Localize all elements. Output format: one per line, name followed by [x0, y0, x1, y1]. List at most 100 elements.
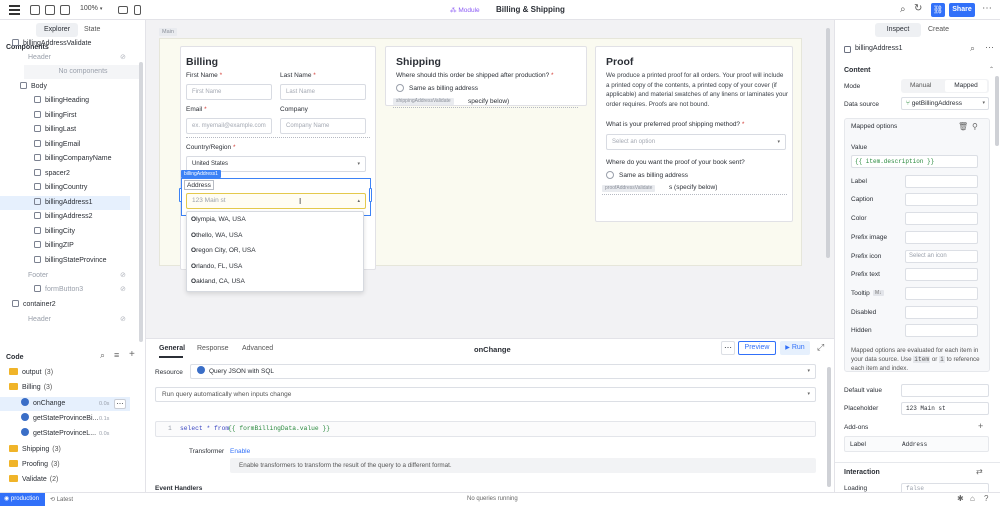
- zoom-select[interactable]: 100% ▾: [80, 5, 102, 12]
- search-icon[interactable]: ⌕: [900, 4, 906, 15]
- trash-icon[interactable]: 🗑: [958, 122, 968, 131]
- brush-icon[interactable]: ⚲: [972, 122, 978, 131]
- settings-icon[interactable]: ⇄: [976, 467, 983, 476]
- bug-icon[interactable]: ✱: [957, 494, 964, 503]
- state-tab[interactable]: State: [84, 26, 100, 33]
- mapped-prop-input[interactable]: [905, 268, 978, 281]
- help-icon[interactable]: ?: [984, 494, 988, 503]
- home-icon[interactable]: ⌂: [970, 494, 975, 503]
- address-option[interactable]: Orlando, FL, USA: [191, 263, 242, 270]
- environment-badge[interactable]: ◉ production: [0, 493, 45, 506]
- more-icon[interactable]: ⋯: [985, 42, 994, 53]
- code-folder[interactable]: Shipping (3): [0, 443, 130, 457]
- chevron-up-icon[interactable]: ⌃: [989, 66, 994, 73]
- mode-mapped[interactable]: Mapped: [945, 80, 987, 92]
- code-folder[interactable]: Validate (2): [0, 473, 130, 487]
- preview-button[interactable]: Preview: [738, 341, 776, 355]
- response-tab[interactable]: Response: [197, 345, 229, 352]
- share-button[interactable]: Share: [949, 3, 975, 17]
- proof-radio-same[interactable]: Same as billing address: [606, 171, 688, 179]
- branch-label[interactable]: ⟲ Latest: [50, 496, 73, 503]
- addon-row[interactable]: Label Address: [844, 436, 989, 452]
- loading-input[interactable]: false: [901, 483, 989, 492]
- bottom-panel-toggle-icon[interactable]: [45, 5, 55, 15]
- default-value-input[interactable]: [901, 384, 989, 397]
- data-source-select[interactable]: ⑂ getBillingAddress ▾: [901, 97, 989, 110]
- create-tab[interactable]: Create: [928, 26, 949, 33]
- shipping-radio-same[interactable]: Same as billing address: [396, 84, 478, 92]
- hidden-eye-icon[interactable]: ⊘: [120, 313, 126, 327]
- right-scrollbar[interactable]: [995, 76, 999, 146]
- advanced-tab[interactable]: Advanced: [242, 345, 273, 352]
- page-title[interactable]: Billing & Shipping: [496, 5, 565, 14]
- left-panel-toggle-icon[interactable]: [30, 5, 40, 15]
- add-icon[interactable]: +: [129, 349, 135, 360]
- tree-item[interactable]: billingAddress1: [0, 196, 130, 210]
- transformer-enable-link[interactable]: Enable: [230, 448, 250, 455]
- mapped-prop-input[interactable]: [905, 175, 978, 188]
- general-tab[interactable]: General: [159, 345, 185, 352]
- link-button[interactable]: ⛓: [931, 3, 945, 17]
- right-panel-toggle-icon[interactable]: [60, 5, 70, 15]
- more-icon[interactable]: ⋯: [721, 341, 735, 355]
- mapped-prop-input[interactable]: [905, 231, 978, 244]
- proof-method-select[interactable]: Select an option ▾: [606, 134, 786, 150]
- address-option[interactable]: Olympia, WA, USA: [191, 216, 246, 223]
- explorer-tab[interactable]: Explorer: [36, 23, 78, 37]
- tree-item[interactable]: billingFirst: [0, 109, 130, 123]
- hidden-eye-icon[interactable]: ⊘: [120, 51, 126, 65]
- query-name[interactable]: onChange: [474, 345, 511, 354]
- address-option[interactable]: Oregon City, OR, USA: [191, 247, 256, 254]
- mapped-prop-input[interactable]: [905, 287, 978, 300]
- bottom-scrollbar[interactable]: [827, 367, 831, 487]
- tree-item[interactable]: billingLast: [0, 123, 130, 137]
- app-logo-icon[interactable]: [9, 5, 20, 15]
- tree-item[interactable]: billingCountry: [0, 181, 130, 195]
- more-icon[interactable]: ⋯: [982, 3, 992, 14]
- mapped-prop-input[interactable]: [905, 193, 978, 206]
- placeholder-input[interactable]: 123 Main st: [901, 402, 989, 415]
- tree-item[interactable]: billingCompanyName: [0, 152, 130, 166]
- tree-item[interactable]: billingStateProvince: [0, 254, 130, 268]
- code-editor[interactable]: 1 select * from {{ formBillingData.value…: [155, 421, 816, 437]
- address-select[interactable]: 123 Main st ▴: [186, 193, 366, 209]
- search-icon[interactable]: ⌕: [100, 350, 105, 361]
- mapped-prop-input[interactable]: [905, 212, 978, 225]
- resize-handle-left[interactable]: [179, 188, 182, 202]
- more-icon[interactable]: ⋯: [114, 399, 126, 409]
- last-name-input[interactable]: Last Name: [280, 84, 366, 100]
- first-name-input[interactable]: First Name: [186, 84, 272, 100]
- email-input[interactable]: ex. myemail@example.com: [186, 118, 272, 134]
- left-scrollbar[interactable]: [139, 62, 143, 342]
- hidden-eye-icon[interactable]: ⊘: [120, 269, 126, 283]
- refresh-icon[interactable]: ↻: [914, 3, 922, 14]
- tree-item[interactable]: formButton3 ⊘: [0, 283, 130, 297]
- value-input[interactable]: {{ item.description }}: [851, 155, 978, 168]
- tree-item[interactable]: Header ⊘: [0, 51, 130, 65]
- inspect-tab[interactable]: Inspect: [875, 23, 921, 37]
- tree-item[interactable]: container2: [0, 298, 130, 312]
- tree-item[interactable]: billingAddress2: [0, 210, 130, 224]
- filter-icon[interactable]: ≡: [114, 350, 119, 360]
- tree-item[interactable]: Header ⊘: [0, 313, 130, 327]
- code-folder[interactable]: output (3): [0, 366, 130, 380]
- expand-icon[interactable]: ⤢: [817, 342, 824, 353]
- run-button[interactable]: ▶ Run: [780, 341, 810, 355]
- resource-select[interactable]: Query JSON with SQL ▾: [190, 364, 816, 379]
- company-input[interactable]: Company Name: [280, 118, 366, 134]
- code-folder[interactable]: Proofing (3): [0, 458, 130, 472]
- search-icon[interactable]: ⌕: [970, 43, 975, 54]
- code-query-item[interactable]: getStateProvinceL... 0.0s: [0, 427, 130, 441]
- code-query-item[interactable]: onChange 0.0s ⋯: [0, 397, 130, 411]
- tree-item[interactable]: spacer2: [0, 167, 130, 181]
- resize-handle-right[interactable]: [369, 188, 372, 202]
- hidden-eye-icon[interactable]: ⊘: [120, 283, 126, 297]
- mode-manual[interactable]: Manual: [910, 82, 931, 89]
- tree-item[interactable]: billingCity: [0, 225, 130, 239]
- mapped-prop-input[interactable]: [905, 324, 978, 337]
- mobile-preview-icon[interactable]: [134, 5, 141, 15]
- desktop-preview-icon[interactable]: [118, 6, 128, 14]
- tree-item[interactable]: billingAddressValidate: [0, 37, 130, 51]
- code-folder[interactable]: Billing (3): [0, 381, 130, 395]
- tree-item[interactable]: billingEmail: [0, 138, 130, 152]
